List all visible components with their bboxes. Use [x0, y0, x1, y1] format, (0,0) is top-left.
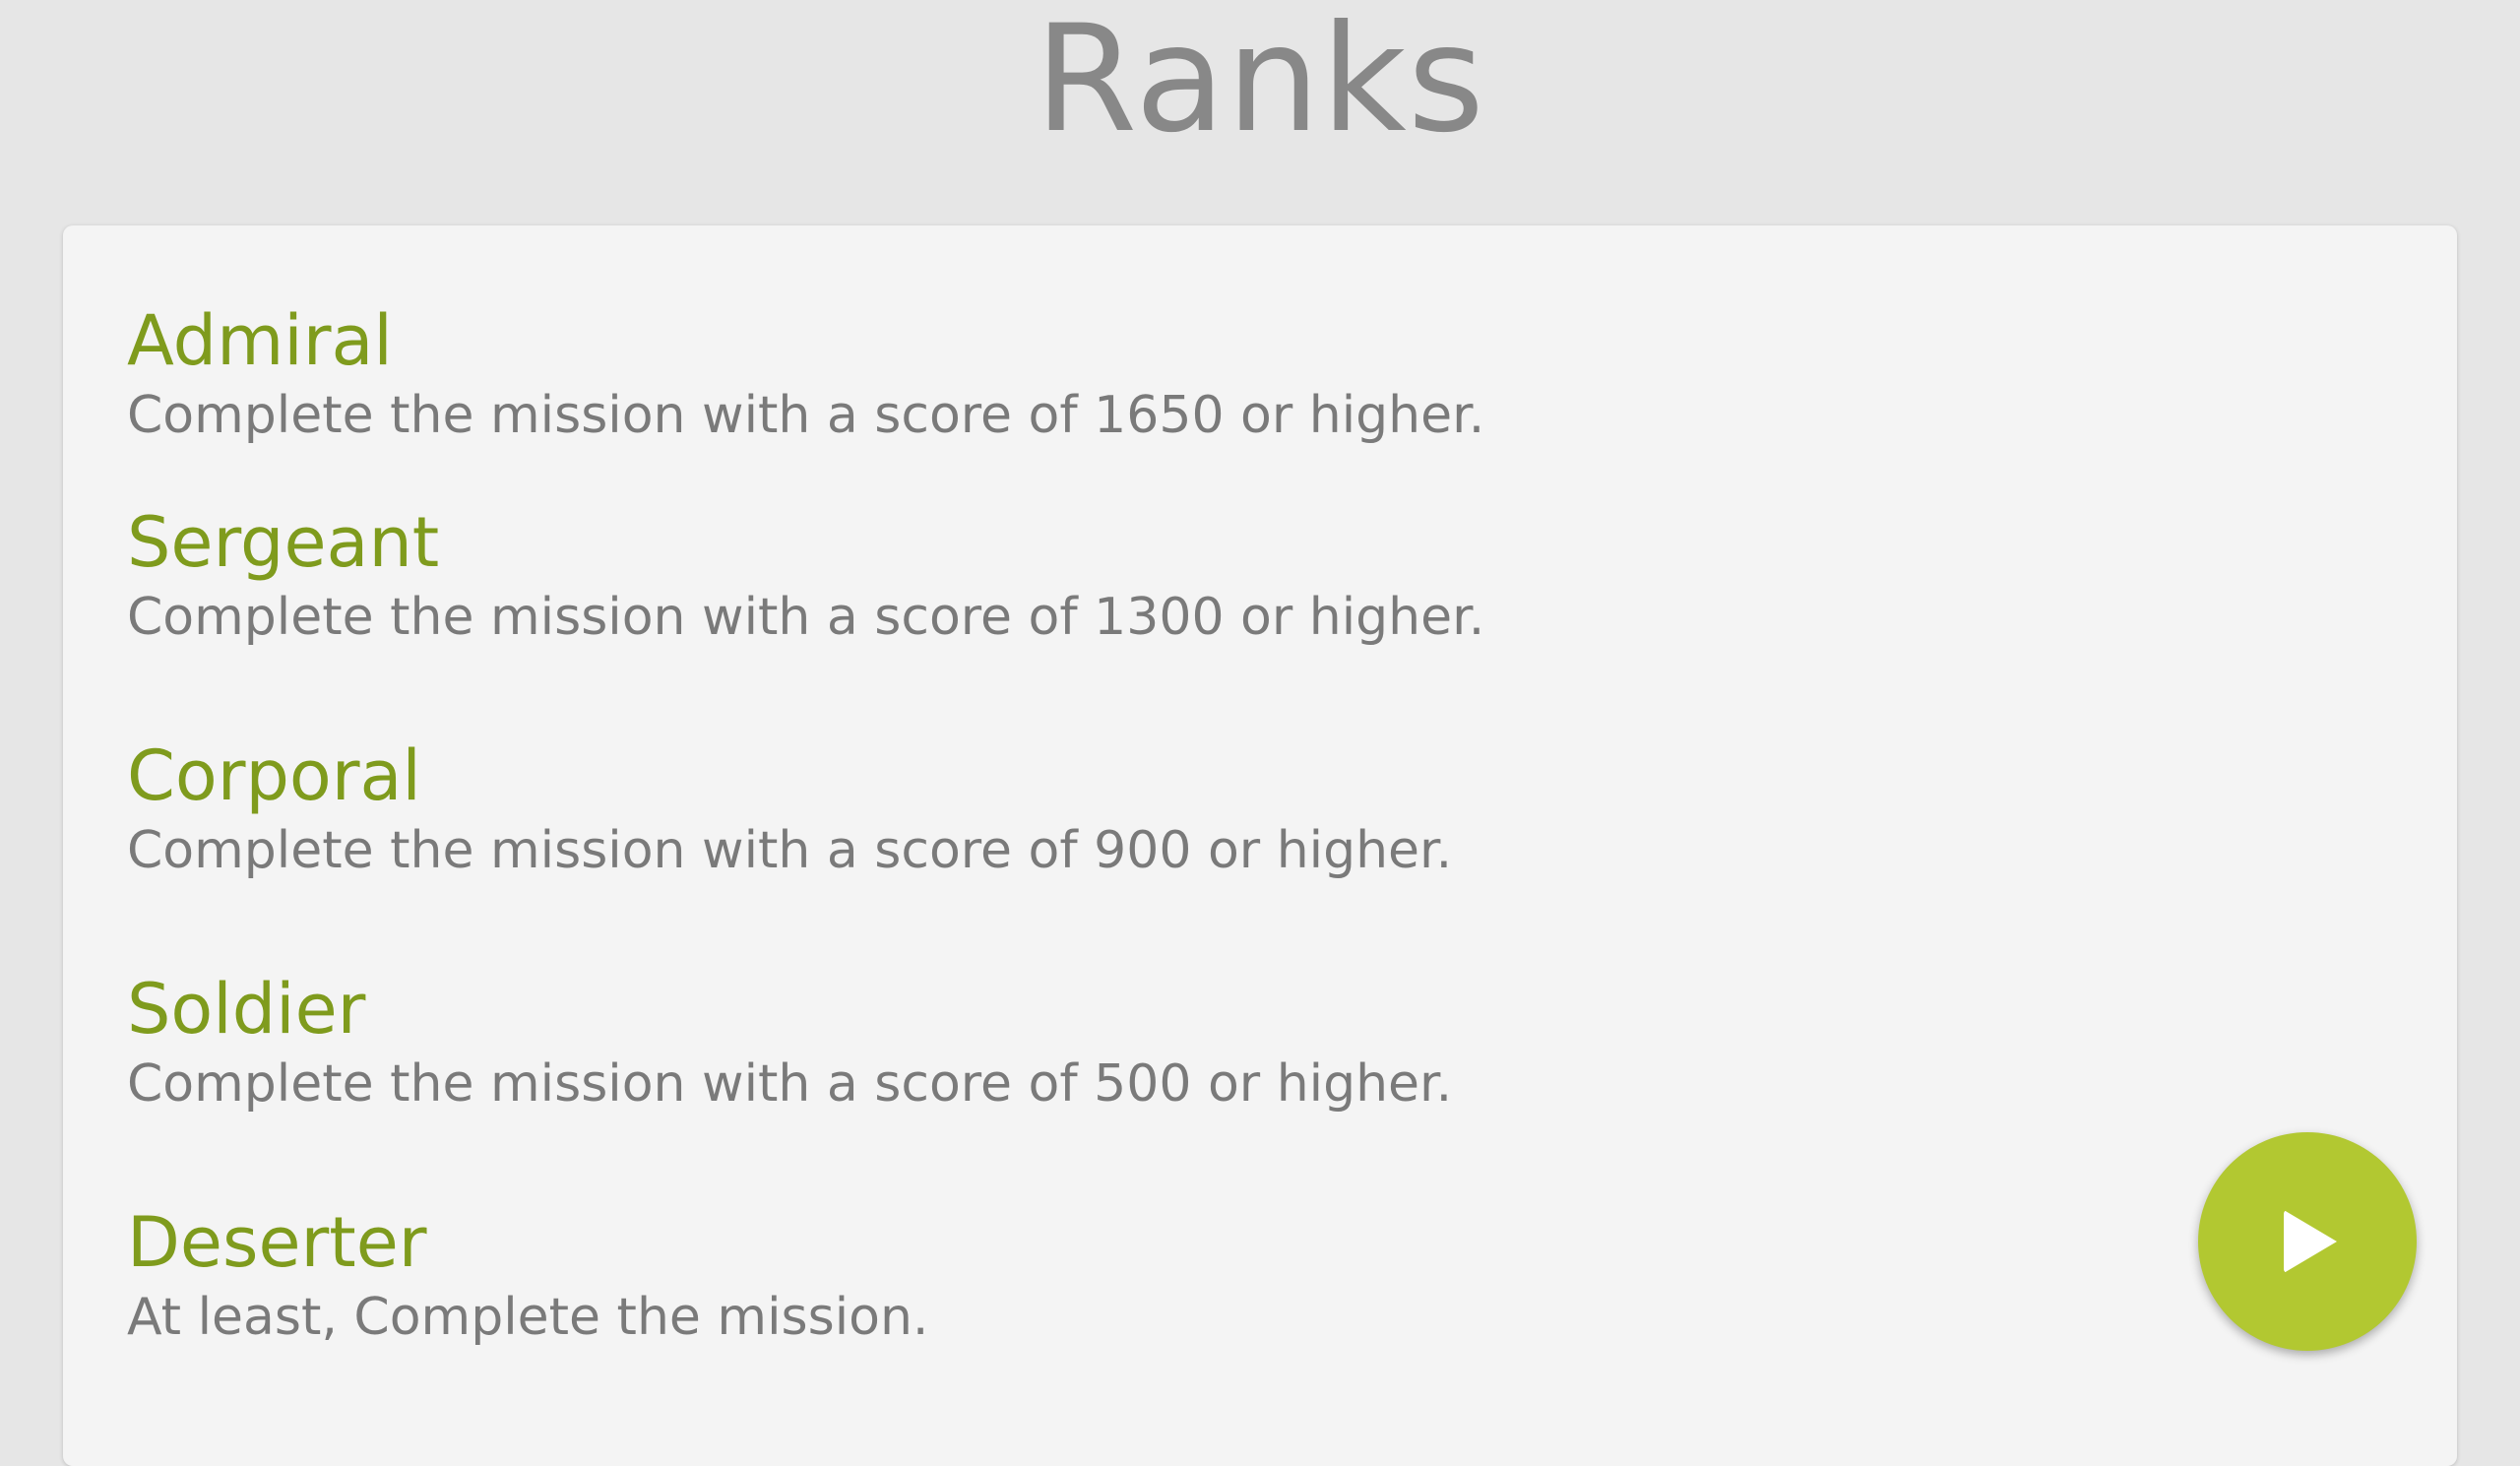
ranks-card: Admiral Complete the mission with a scor… — [63, 225, 2457, 1466]
rank-description: Complete the mission with a score of 900… — [127, 821, 1453, 880]
rank-description: Complete the mission with a score of 500… — [127, 1054, 1453, 1114]
rank-description: At least, Complete the mission. — [127, 1288, 929, 1347]
rank-item-deserter: Deserter At least, Complete the mission. — [127, 1201, 928, 1349]
rank-description: Complete the mission with a score of 130… — [127, 588, 1485, 647]
rank-name: Deserter — [127, 1202, 427, 1283]
rank-item-admiral: Admiral Complete the mission with a scor… — [127, 299, 1484, 447]
rank-item-sergeant: Sergeant Complete the mission with a sco… — [127, 501, 1484, 649]
rank-name: Soldier — [127, 969, 366, 1050]
page-title: Ranks — [1035, 0, 1485, 165]
rank-name: Admiral — [127, 300, 393, 381]
play-button[interactable] — [2198, 1132, 2417, 1351]
rank-item-corporal: Corporal Complete the mission with a sco… — [127, 734, 1452, 882]
play-icon — [2284, 1210, 2337, 1273]
rank-description: Complete the mission with a score of 165… — [127, 386, 1485, 445]
rank-item-soldier: Soldier Complete the mission with a scor… — [127, 968, 1452, 1115]
rank-name: Corporal — [127, 735, 421, 816]
rank-name: Sergeant — [127, 502, 440, 583]
